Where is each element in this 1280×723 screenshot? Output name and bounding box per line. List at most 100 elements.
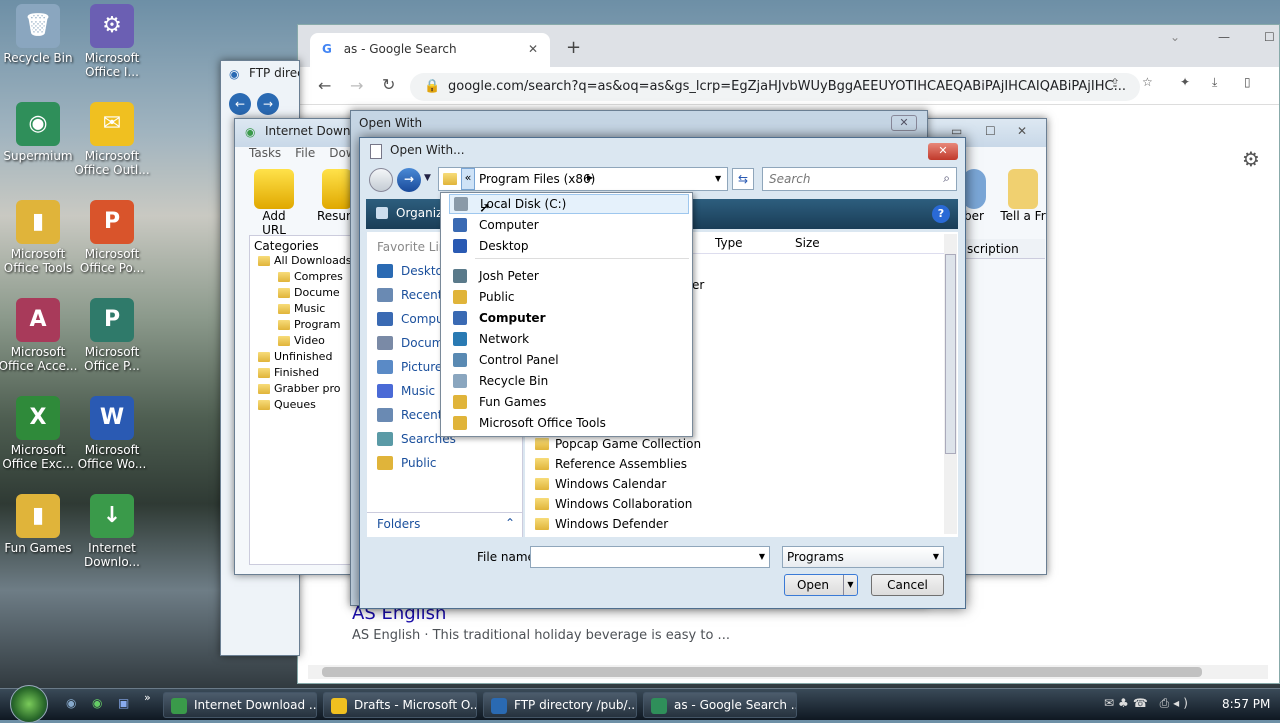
file-item-reference-assemblies[interactable]: Reference Assemblies — [535, 457, 687, 471]
desktop-icon-microsoft-office-p[interactable]: P Microsoft Office P... — [72, 298, 152, 373]
nav-item-recent-1[interactable]: Recent — [377, 288, 442, 302]
tree-item-unfinished[interactable]: Unfinished — [258, 350, 332, 363]
dropdown-item-computer-5[interactable]: Computer — [449, 308, 689, 328]
taskbar-item-drafts-microsoft-o[interactable]: Drafts - Microsoft O... — [323, 692, 477, 718]
filename-dropdown-icon[interactable]: ▼ — [759, 552, 765, 561]
nav-item-pictures-4[interactable]: Pictures — [377, 360, 449, 374]
desktop-icon-microsoft-office-i[interactable]: ⚙ Microsoft Office I... — [72, 4, 152, 79]
menu-tasks[interactable]: Tasks — [249, 146, 281, 160]
column-size[interactable]: Size — [795, 236, 820, 250]
folders-bar[interactable]: Folders ⌃ — [367, 512, 523, 536]
dropdown-item-recycle-bin-8[interactable]: Recycle Bin — [449, 371, 689, 391]
back-button[interactable] — [369, 168, 393, 192]
desktop-icon-microsoft-office-acce[interactable]: A Microsoft Office Acce... — [0, 298, 78, 373]
desktop-icon-microsoft-office-wo[interactable]: W Microsoft Office Wo... — [72, 396, 152, 471]
open-with-close-icon[interactable]: ✕ — [891, 115, 917, 131]
clock[interactable]: 8:57 PM — [1222, 697, 1270, 711]
desktop-icon-supermium[interactable]: ◉ Supermium — [0, 102, 78, 163]
dialog-close-button[interactable]: ✕ — [928, 143, 958, 160]
tree-item-compres[interactable]: Compres — [278, 270, 343, 283]
minimize-icon[interactable]: — — [1218, 30, 1230, 44]
taskbar-item-internet-download[interactable]: Internet Download ... — [163, 692, 317, 718]
breadcrumb-dropdown-icon[interactable]: ▼ — [715, 174, 721, 183]
desktop-icon-recycle-bin[interactable]: 🗑 Recycle Bin — [0, 4, 78, 65]
dropdown-item-desktop-2[interactable]: Desktop — [449, 236, 689, 256]
dropdown-item-computer-1[interactable]: Computer — [449, 215, 689, 235]
close-tab-icon[interactable]: ✕ — [528, 42, 538, 56]
desktop-icon-microsoft-office-tools[interactable]: ▮ Microsoft Office Tools — [0, 200, 78, 275]
nav-item-recent-6[interactable]: Recent — [377, 408, 442, 422]
desktop-icon-microsoft-office-exc[interactable]: X Microsoft Office Exc... — [0, 396, 78, 471]
tell-friend-button[interactable]: Tell a Fr — [999, 169, 1047, 223]
tree-item-music[interactable]: Music — [278, 302, 325, 315]
nav-item-docum-3[interactable]: Docum — [377, 336, 443, 350]
ftp-forward-button[interactable]: → — [257, 93, 279, 115]
chrome-tab[interactable]: G as - Google Search ✕ — [310, 33, 550, 67]
refresh-icon[interactable]: ⇆ — [732, 168, 754, 190]
forward-icon[interactable]: → — [350, 76, 363, 95]
file-item-windows-defender[interactable]: Windows Defender — [535, 517, 668, 531]
breadcrumb-arrow-icon[interactable]: ▶ — [587, 173, 593, 182]
tree-item-all-downloads[interactable]: All Downloads — [258, 254, 352, 267]
quicklaunch-desktop-icon[interactable]: ▣ — [118, 696, 129, 710]
maximize-icon[interactable]: ☐ — [1264, 30, 1275, 44]
dropdown-item-control-panel-7[interactable]: Control Panel — [449, 350, 689, 370]
download-icon[interactable]: ⤓ — [1212, 75, 1217, 90]
file-item-windows-collaboration[interactable]: Windows Collaboration — [535, 497, 692, 511]
ftp-back-button[interactable]: ← — [229, 93, 251, 115]
dropdown-item-microsoft-office-tools-10[interactable]: Microsoft Office Tools — [449, 413, 689, 433]
quicklaunch-chrome-icon[interactable]: ◉ — [92, 696, 102, 710]
quicklaunch-ie-icon[interactable]: ◉ — [66, 696, 76, 710]
forward-button[interactable]: → — [397, 168, 421, 192]
idm-maximize-icon[interactable]: ☐ — [985, 124, 996, 138]
search-icon[interactable]: ⌕ — [943, 171, 950, 186]
back-icon[interactable]: ← — [318, 76, 331, 95]
nav-item-music-5[interactable]: Music — [377, 384, 435, 398]
column-type[interactable]: Type — [715, 236, 743, 250]
open-button[interactable]: Open ▼ — [784, 574, 858, 596]
idm-close-icon[interactable]: ✕ — [1017, 124, 1027, 138]
tree-item-program[interactable]: Program — [278, 318, 340, 331]
desktop-icon-microsoft-office-outl[interactable]: ✉ Microsoft Office Outl... — [72, 102, 152, 177]
reload-icon[interactable]: ↻ — [382, 75, 395, 94]
add-url-button[interactable]: Add URL — [249, 169, 299, 237]
tree-item-video[interactable]: Video — [278, 334, 325, 347]
breadcrumb-overflow-button[interactable]: « — [461, 168, 475, 190]
breadcrumb[interactable]: « Program Files (x86) ▶ ▼ — [438, 167, 728, 191]
vertical-scrollbar[interactable] — [944, 234, 957, 534]
history-chevron-icon[interactable]: ▼ — [424, 173, 431, 183]
search-input[interactable]: Search ⌕ — [762, 167, 957, 191]
start-button[interactable] — [10, 685, 48, 723]
filename-input[interactable]: ▼ — [530, 546, 770, 568]
taskbar-item-as-google-search[interactable]: as - Google Search ... — [643, 692, 797, 718]
dropdown-item-network-6[interactable]: Network — [449, 329, 689, 349]
gear-icon[interactable]: ⚙ — [1242, 147, 1260, 171]
share-icon[interactable]: ⇪ — [1110, 76, 1120, 90]
cancel-button[interactable]: Cancel — [871, 574, 944, 596]
desktop-icon-internet-downlo[interactable]: ↓ Internet Downlo... — [72, 494, 152, 569]
menu-file[interactable]: File — [295, 146, 315, 160]
extension-icon[interactable]: ✦ — [1180, 75, 1190, 89]
chevron-down-icon[interactable]: ⌄ — [1170, 30, 1180, 44]
sidepanel-icon[interactable]: ▯ — [1244, 75, 1251, 89]
nav-item-public-8[interactable]: Public — [377, 456, 437, 470]
file-item-popcap-game-collection[interactable]: Popcap Game Collection — [535, 437, 701, 451]
help-icon[interactable]: ? — [932, 205, 950, 223]
dropdown-item-public-4[interactable]: Public — [449, 287, 689, 307]
desktop-icon-microsoft-office-po[interactable]: P Microsoft Office Po... — [72, 200, 152, 275]
new-tab-icon[interactable]: + — [566, 37, 581, 58]
filetype-select[interactable]: Programs ▼ — [782, 546, 944, 568]
dropdown-item-fun-games-9[interactable]: Fun Games — [449, 392, 689, 412]
nav-item-compu-2[interactable]: Compu — [377, 312, 444, 326]
file-item-windows-calendar[interactable]: Windows Calendar — [535, 477, 666, 491]
desktop-icon-fun-games[interactable]: ▮ Fun Games — [0, 494, 78, 555]
tree-item-docume[interactable]: Docume — [278, 286, 340, 299]
star-icon[interactable]: ☆ — [1142, 75, 1153, 89]
address-bar[interactable]: 🔒 google.com/search?q=as&oq=as&gs_lcrp=E… — [410, 73, 1140, 101]
quicklaunch-more-icon[interactable]: » — [144, 691, 151, 704]
breadcrumb-text[interactable]: Program Files (x86) — [479, 172, 595, 186]
tree-item-queues[interactable]: Queues — [258, 398, 316, 411]
taskbar-item-ftp-directory-pub[interactable]: FTP directory /pub/... — [483, 692, 637, 718]
idm-minimize-icon[interactable]: ▭ — [951, 124, 962, 138]
horizontal-scrollbar[interactable] — [308, 665, 1268, 679]
